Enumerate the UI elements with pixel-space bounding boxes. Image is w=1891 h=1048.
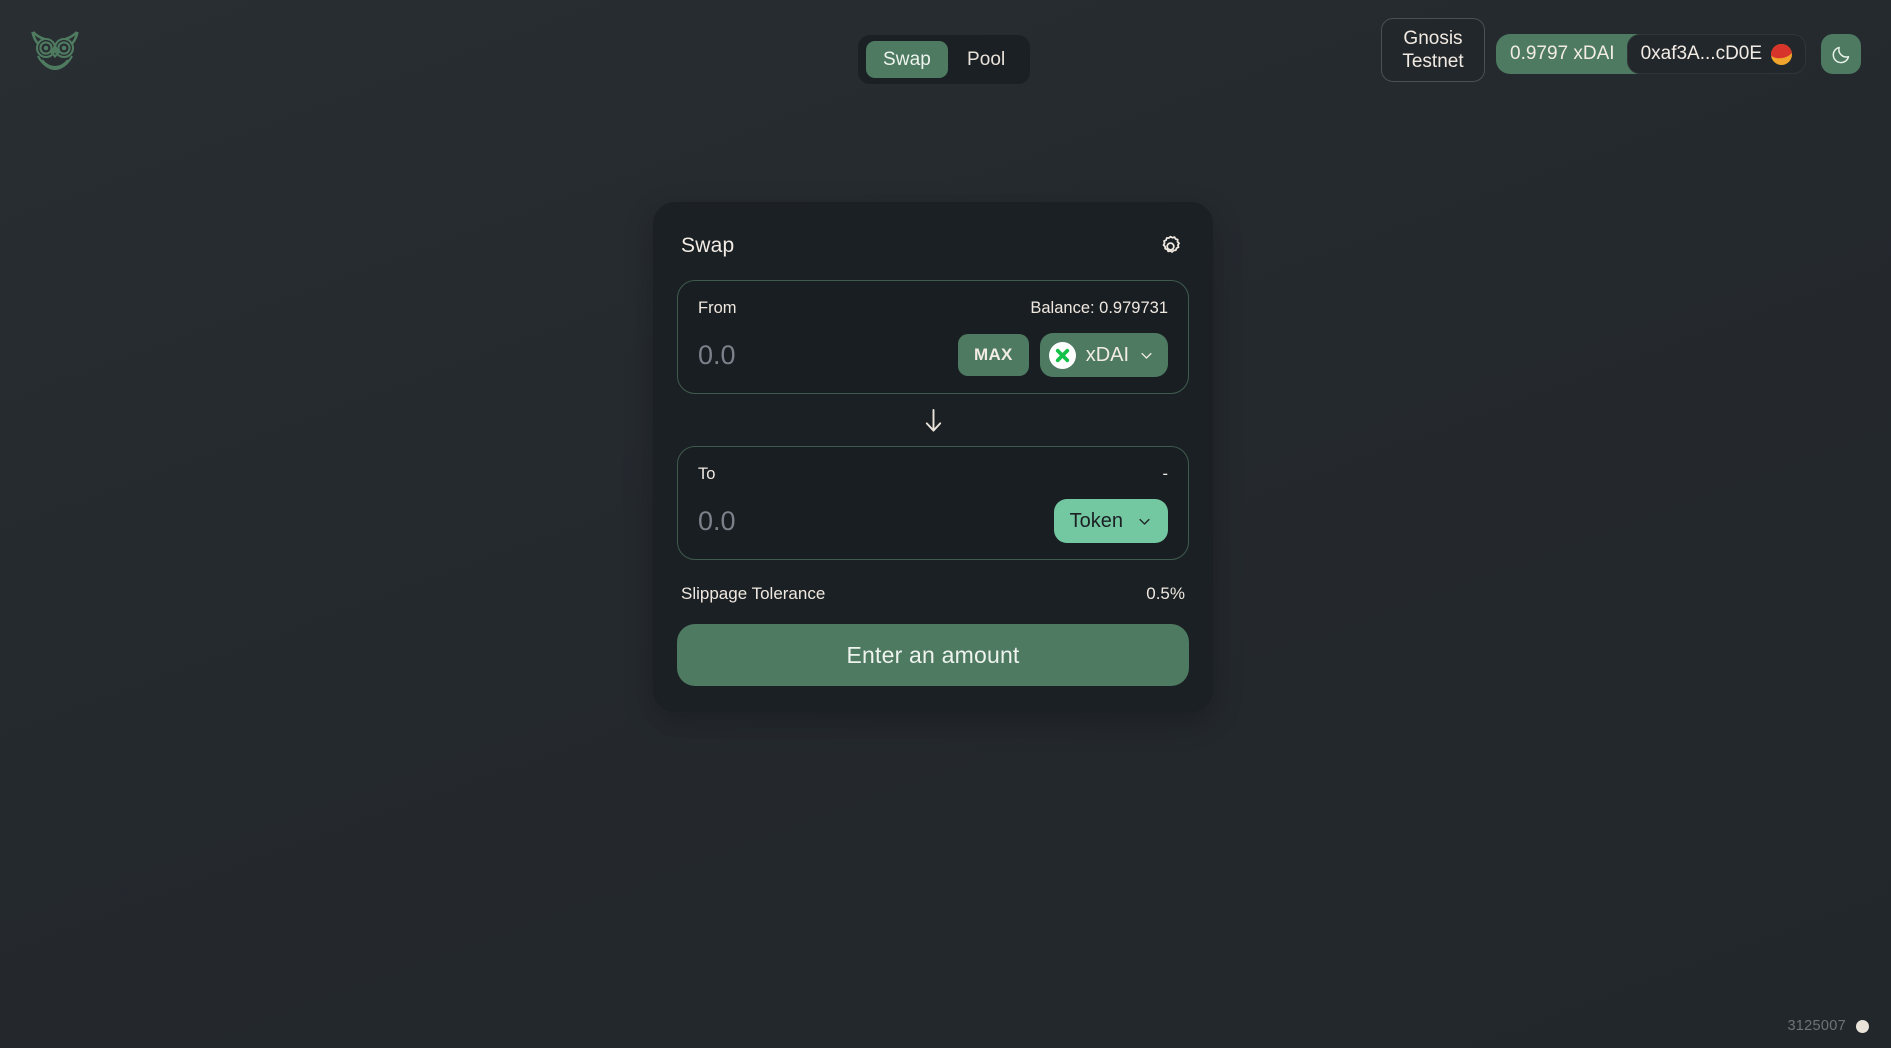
from-panel: From Balance: 0.979731 MAX xDAI — [677, 280, 1189, 394]
to-controls: Token — [1053, 499, 1168, 543]
moon-icon — [1832, 46, 1849, 63]
top-bar: Swap Pool Gnosis Testnet 0.9797 xDAI 0xa… — [0, 0, 1891, 100]
to-amount-input[interactable] — [698, 505, 958, 537]
to-label: To — [698, 464, 716, 483]
to-panel-header: To - — [698, 461, 1168, 487]
from-panel-row: MAX xDAI — [698, 333, 1169, 377]
slippage-label: Slippage Tolerance — [681, 584, 826, 603]
swap-card: Swap From Balance: 0.979731 MAX — [653, 202, 1213, 712]
swap-direction-row — [677, 394, 1189, 446]
account-button[interactable]: 0.9797 xDAI 0xaf3A...cD0E — [1496, 34, 1807, 74]
network-name-line1: Gnosis — [1403, 27, 1463, 49]
network-selector[interactable]: Gnosis Testnet — [1381, 18, 1485, 82]
footer-status: 3125007 — [1787, 1018, 1869, 1034]
from-label: From — [698, 298, 737, 317]
owl-logo-icon — [31, 31, 79, 71]
wallet-address-chip[interactable]: 0xaf3A...cD0E — [1626, 34, 1807, 74]
theme-toggle-button[interactable] — [1821, 34, 1861, 74]
to-panel: To - Token — [677, 446, 1189, 560]
max-button[interactable]: MAX — [958, 334, 1029, 376]
wallet-balance: 0.9797 xDAI — [1510, 43, 1615, 64]
to-balance: - — [1162, 464, 1169, 483]
slippage-value[interactable]: 0.5% — [1146, 584, 1185, 604]
status-dot-icon — [1856, 1019, 1869, 1033]
jazzicon-avatar — [1771, 43, 1793, 65]
swap-card-header: Swap — [677, 224, 1189, 268]
wallet-address: 0xaf3A...cD0E — [1640, 43, 1763, 64]
from-amount-input[interactable] — [698, 339, 958, 371]
gear-icon — [1162, 235, 1180, 253]
nav-tabs: Swap Pool — [858, 35, 1031, 84]
from-panel-header: From Balance: 0.979731 — [698, 295, 1168, 321]
from-token-selector[interactable]: xDAI — [1039, 333, 1169, 377]
settings-button[interactable] — [1153, 229, 1187, 263]
from-balance: Balance: 0.979731 — [1030, 298, 1168, 317]
to-token-selector[interactable]: Token — [1053, 499, 1168, 543]
chevron-down-icon — [1141, 352, 1152, 359]
tab-pool[interactable]: Pool — [950, 41, 1022, 78]
chevron-down-icon — [1139, 518, 1150, 525]
from-controls: MAX xDAI — [958, 333, 1169, 377]
gnosis-xdai-icon — [1048, 341, 1076, 369]
app-logo[interactable] — [28, 24, 82, 74]
to-panel-row: Token — [698, 499, 1168, 543]
slippage-row: Slippage Tolerance 0.5% — [677, 582, 1189, 606]
from-token-symbol: xDAI — [1085, 343, 1130, 366]
swap-title: Swap — [681, 234, 735, 257]
swap-direction-button[interactable] — [913, 400, 953, 440]
tab-swap[interactable]: Swap — [866, 41, 948, 78]
swap-action-button[interactable]: Enter an amount — [677, 624, 1189, 686]
block-number[interactable]: 3125007 — [1787, 1018, 1846, 1034]
network-name-line2: Testnet — [1402, 51, 1464, 72]
arrow-down-icon — [925, 408, 941, 432]
to-token-symbol: Token — [1069, 509, 1123, 532]
